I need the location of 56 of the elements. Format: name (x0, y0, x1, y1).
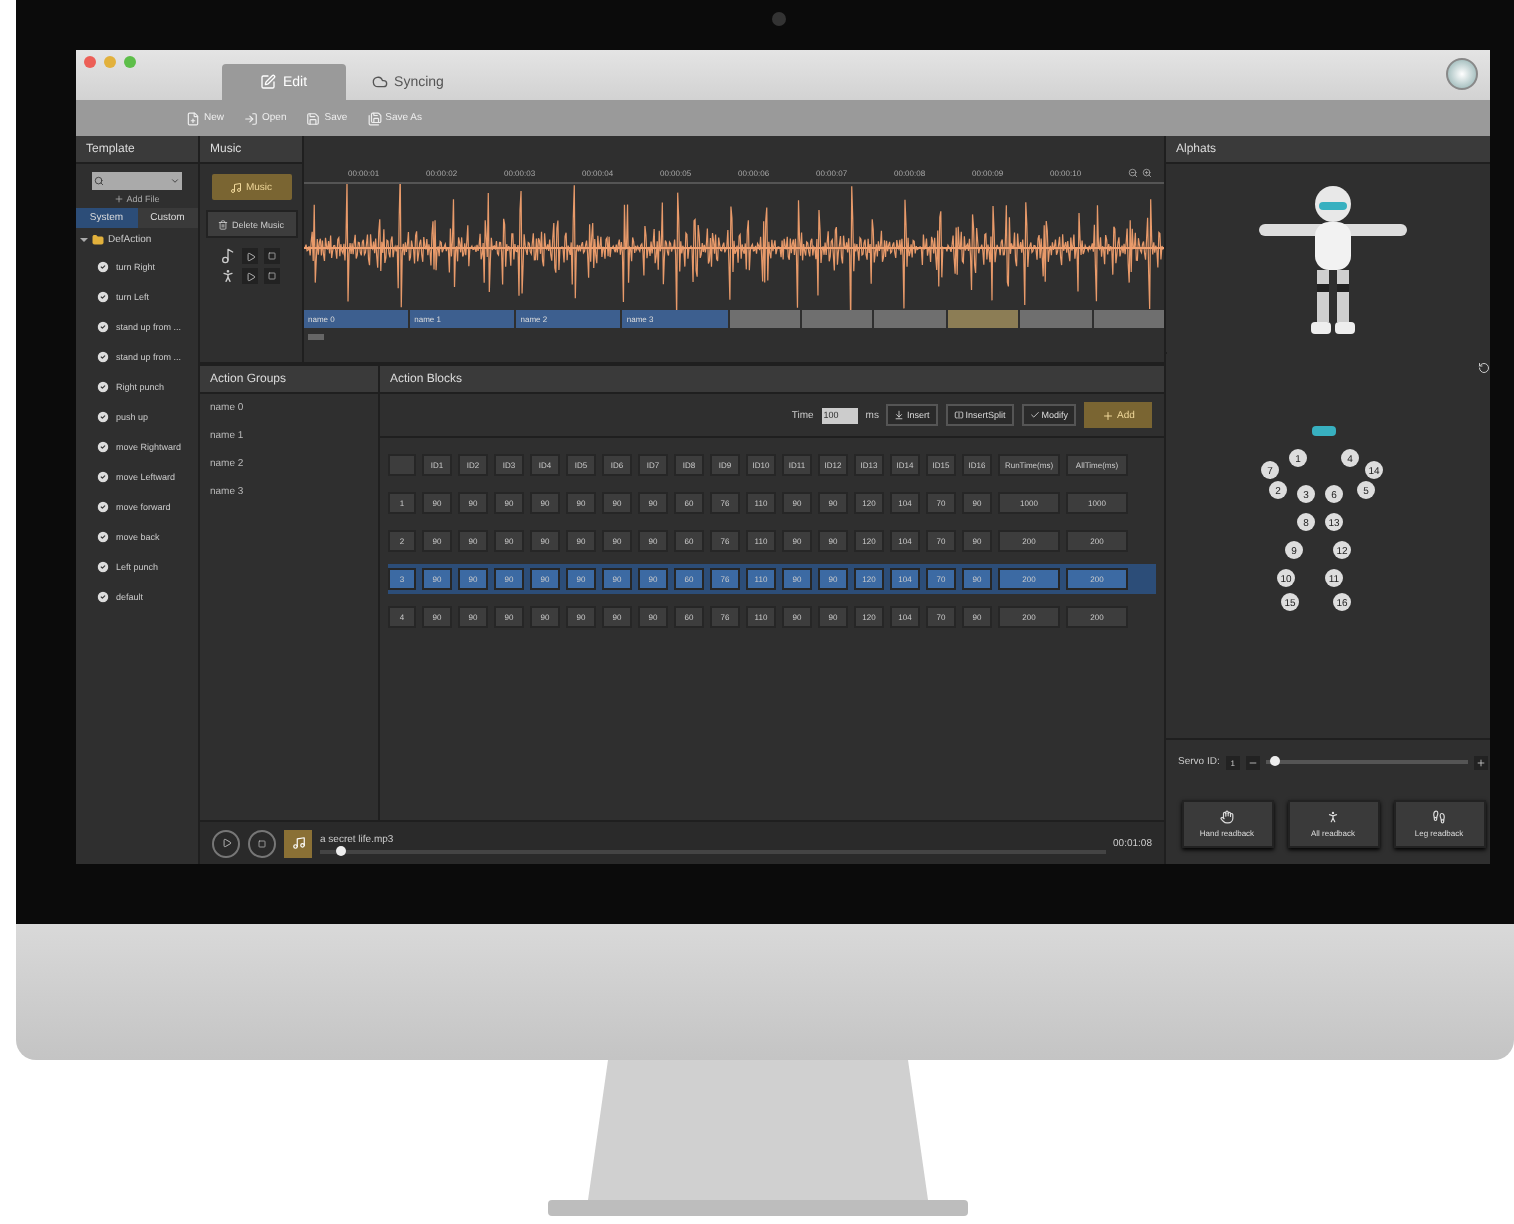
check-circle-icon (96, 590, 110, 604)
stop-button[interactable] (248, 829, 276, 857)
play-button[interactable] (212, 829, 240, 857)
check-circle-icon (96, 380, 110, 394)
minus-button[interactable] (1245, 755, 1260, 769)
folder-icon (92, 234, 104, 246)
check-circle-icon (96, 320, 110, 334)
plus-button[interactable] (1474, 755, 1488, 769)
stop-icon (258, 839, 266, 847)
play-icon (221, 838, 231, 848)
check-circle-icon (96, 470, 110, 484)
reset-button[interactable] (1478, 362, 1490, 374)
figure-icon (220, 268, 236, 284)
avatar-icon (1446, 58, 1478, 90)
chevron-down-icon (170, 176, 180, 186)
music-icon (291, 836, 305, 850)
check-circle-icon (96, 410, 110, 424)
play-button[interactable] (242, 248, 258, 264)
minimize-icon (104, 56, 116, 68)
music-note-icon (220, 248, 236, 264)
progress-handle[interactable] (335, 845, 346, 855)
check-circle-icon (96, 530, 110, 544)
stop-icon (268, 252, 276, 260)
tool-icon (894, 410, 905, 420)
check-circle-icon (96, 500, 110, 514)
tool-icon (953, 410, 964, 420)
hand-icon (1220, 810, 1234, 824)
zoom-icon (124, 56, 136, 68)
close-icon (84, 56, 96, 68)
robot-eyes-icon (1312, 426, 1336, 436)
trash-icon (217, 219, 228, 229)
zoom-in-icon (1142, 168, 1152, 178)
search-field[interactable] (92, 172, 182, 190)
figure-icon (1326, 810, 1340, 824)
zoom-out-icon (1128, 168, 1138, 178)
scroll-thumb[interactable] (308, 333, 324, 339)
plus-icon (1476, 757, 1486, 767)
camera-icon (772, 12, 786, 26)
plus-icon (114, 194, 125, 204)
pencil-icon (260, 74, 277, 90)
music-icon (229, 181, 242, 193)
cloud-icon (372, 74, 389, 90)
check-circle-icon (96, 290, 110, 304)
check-circle-icon (96, 560, 110, 574)
minus-icon (1247, 757, 1258, 767)
plus-icon (1101, 409, 1114, 421)
check-circle-icon (96, 350, 110, 364)
check-circle-icon (96, 440, 110, 454)
tool-icon (1029, 410, 1040, 420)
search-icon (94, 176, 104, 186)
boot-icon (1432, 810, 1446, 824)
slider-handle[interactable] (1269, 756, 1280, 766)
stop-icon (268, 272, 276, 280)
play-button[interactable] (242, 268, 258, 284)
check-circle-icon (96, 260, 110, 274)
reset-icon (1478, 362, 1490, 374)
